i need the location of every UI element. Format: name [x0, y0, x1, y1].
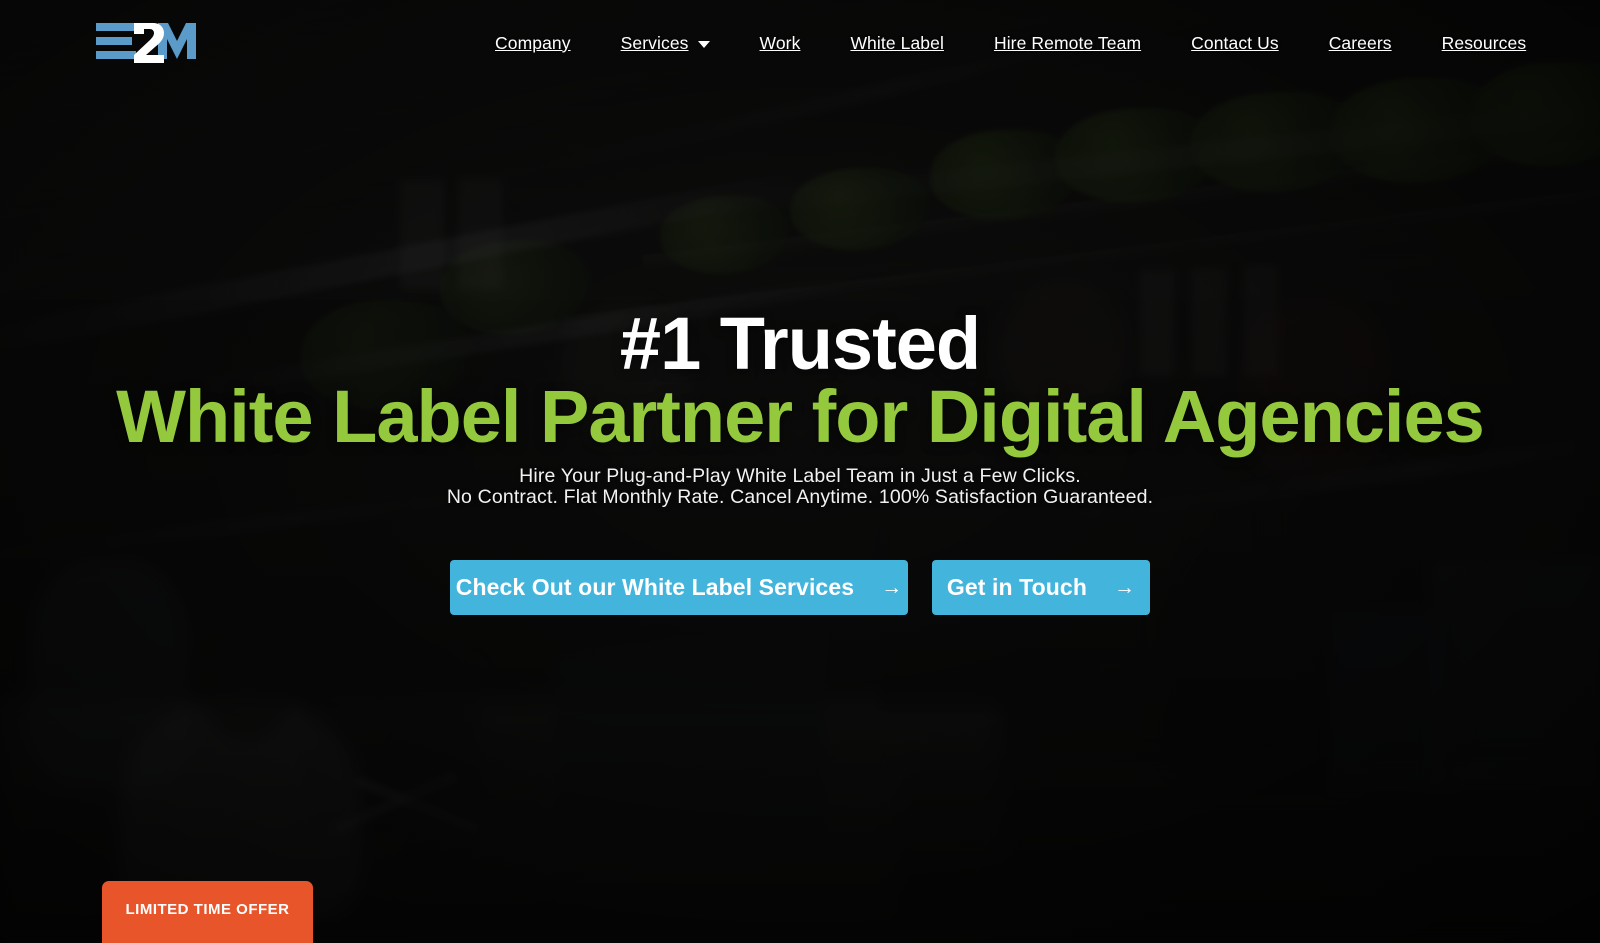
- main-navigation: Company Services Work White Label Hire R…: [470, 0, 1551, 86]
- e2m-logo-icon: [96, 23, 196, 63]
- nav-label: Careers: [1328, 32, 1392, 53]
- hero-subline-2: No Contract. Flat Monthly Rate. Cancel A…: [446, 486, 1154, 508]
- hero-subline-1: Hire Your Plug-and-Play White Label Team…: [519, 465, 1081, 487]
- e2m-logo[interactable]: [96, 19, 202, 65]
- nav-item-hire-remote-team[interactable]: Hire Remote Team: [969, 33, 1166, 54]
- hero-section: Company Services Work White Label Hire R…: [0, 0, 1600, 943]
- nav-label: Company: [495, 32, 571, 53]
- nav-item-contact-us[interactable]: Contact Us: [1166, 33, 1304, 54]
- nav-label: Services: [620, 32, 689, 53]
- button-label: Check Out our White Label Services: [455, 574, 855, 600]
- nav-label: Contact Us: [1191, 32, 1279, 53]
- nav-item-resources[interactable]: Resources: [1417, 33, 1552, 54]
- site-header: Company Services Work White Label Hire R…: [0, 0, 1600, 86]
- hero-headline-line2: White Label Partner for Digital Agencies: [116, 375, 1485, 458]
- nav-item-services[interactable]: Services: [596, 33, 735, 54]
- nav-label: Work: [759, 32, 801, 53]
- arrow-right-icon: →: [881, 575, 903, 599]
- get-in-touch-button[interactable]: Get in Touch →: [932, 560, 1150, 615]
- nav-item-work[interactable]: Work: [735, 33, 826, 54]
- nav-item-careers[interactable]: Careers: [1304, 33, 1417, 54]
- hero-headline-line1: #1 Trusted: [619, 302, 981, 385]
- nav-label: Hire Remote Team: [993, 32, 1142, 53]
- nav-item-company[interactable]: Company: [470, 33, 596, 54]
- check-out-white-label-services-button[interactable]: Check Out our White Label Services →: [450, 560, 908, 615]
- hero-cta-row: Check Out our White Label Services → Get…: [0, 560, 1600, 615]
- offer-badge-label: LIMITED TIME OFFER: [125, 900, 290, 918]
- nav-label: White Label: [850, 32, 944, 53]
- limited-time-offer-badge[interactable]: LIMITED TIME OFFER: [102, 881, 313, 943]
- button-label: Get in Touch: [946, 574, 1087, 600]
- chevron-down-icon: [697, 41, 710, 48]
- nav-label: Resources: [1441, 32, 1527, 53]
- arrow-right-icon: →: [1113, 575, 1136, 599]
- nav-item-white-label[interactable]: White Label: [825, 33, 969, 54]
